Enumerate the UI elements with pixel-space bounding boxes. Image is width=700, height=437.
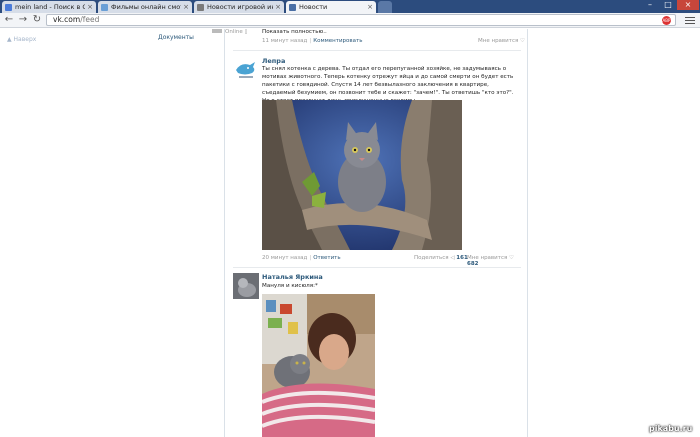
address-bar[interactable]: vk.com/feed ☆ — [46, 14, 676, 26]
reload-icon[interactable]: ↻ — [31, 14, 43, 26]
adblock-icon[interactable]: ABP — [662, 16, 671, 25]
share-icon: ◁ — [450, 255, 455, 261]
scrollbar[interactable] — [212, 29, 222, 33]
close-icon[interactable]: × — [275, 3, 281, 11]
comment-link[interactable]: Комментировать — [313, 38, 362, 44]
tab-vk-news[interactable]: Новости × — [286, 1, 376, 13]
new-tab-button[interactable] — [378, 1, 392, 13]
tab-strip: mein land - Поиск в Goo × Фильмы онлайн … — [0, 0, 700, 13]
tab-title: Новости — [299, 3, 328, 11]
user-avatar[interactable] — [233, 273, 259, 299]
post-text: Мануля и кисюля:* — [262, 283, 318, 289]
mobile-icon: ▯ — [244, 29, 248, 35]
tab-google-search[interactable]: mein land - Поиск в Goo × — [2, 1, 96, 13]
close-icon[interactable]: × — [367, 3, 373, 11]
reply-link[interactable]: Ответить — [313, 255, 340, 261]
close-icon[interactable]: × — [183, 3, 189, 11]
minimize-icon[interactable]: – — [642, 0, 658, 10]
news-feed: Показать полностью.. 11 минут назад | Ко… — [224, 29, 528, 437]
url-path: /feed — [80, 15, 100, 24]
menu-icon[interactable] — [685, 15, 695, 25]
post-time[interactable]: 11 минут назад — [262, 38, 307, 44]
heart-icon: ♡ — [509, 255, 514, 261]
forward-arrow-icon[interactable]: → — [17, 14, 29, 26]
lepra-avatar[interactable] — [233, 56, 259, 82]
close-icon[interactable]: × — [87, 3, 93, 11]
tab-title: mein land - Поиск в Goo — [15, 3, 86, 11]
tab-title: Новости игровой инду — [207, 3, 273, 11]
post-photo-cat[interactable] — [262, 100, 462, 250]
divider — [233, 50, 521, 51]
scroll-to-top-link[interactable]: ▲ Наверх — [7, 36, 36, 43]
post-author[interactable]: Наталья Яркина — [262, 273, 323, 281]
divider — [233, 267, 521, 268]
tab-title: Фильмы онлайн смотре — [111, 3, 181, 11]
page-content: ▲ Наверх Документы Показать полностью.. … — [0, 29, 700, 437]
share-button[interactable]: Поделиться ◁ 161 — [414, 255, 468, 261]
post-meta: 11 минут назад | Комментировать — [262, 38, 363, 44]
game-favicon-icon — [197, 3, 204, 11]
films-favicon-icon — [101, 3, 108, 11]
post-text: Ты снял котенка с дерева. Ты отдал его п… — [262, 66, 514, 104]
vk-favicon-icon — [289, 3, 296, 11]
window-close-icon[interactable]: × — [677, 0, 699, 10]
tab-films[interactable]: Фильмы онлайн смотре × — [98, 1, 192, 13]
show-full-link[interactable]: Показать полностью.. — [262, 28, 327, 36]
google-favicon-icon — [5, 3, 12, 11]
like-button[interactable]: Мне нравится ♡ 682 — [467, 255, 527, 267]
post-meta: 20 минут назад | Ответить — [262, 255, 341, 261]
like-button[interactable]: Мне нравится ♡ — [478, 38, 525, 44]
post-time[interactable]: 20 минут назад — [262, 255, 307, 261]
online-label: Online — [225, 29, 243, 35]
maximize-icon[interactable]: □ — [660, 0, 676, 10]
url-host: vk.com — [53, 15, 81, 24]
post-photo-woman-cat[interactable] — [262, 294, 375, 437]
sidebar-item-documents[interactable]: Документы — [158, 34, 194, 41]
watermark: pikabu.ru — [649, 424, 693, 433]
tab-game-news[interactable]: Новости игровой инду × — [194, 1, 284, 13]
back-arrow-icon[interactable]: ← — [3, 14, 15, 26]
browser-toolbar: ← → ↻ vk.com/feed ☆ — [0, 13, 700, 28]
scroll-to-top-label: Наверх — [13, 36, 37, 43]
share-label: Поделиться — [414, 255, 449, 261]
post-author[interactable]: Лепра — [262, 57, 285, 65]
like-label: Мне нравится — [478, 38, 519, 44]
heart-icon: ♡ — [520, 38, 525, 44]
